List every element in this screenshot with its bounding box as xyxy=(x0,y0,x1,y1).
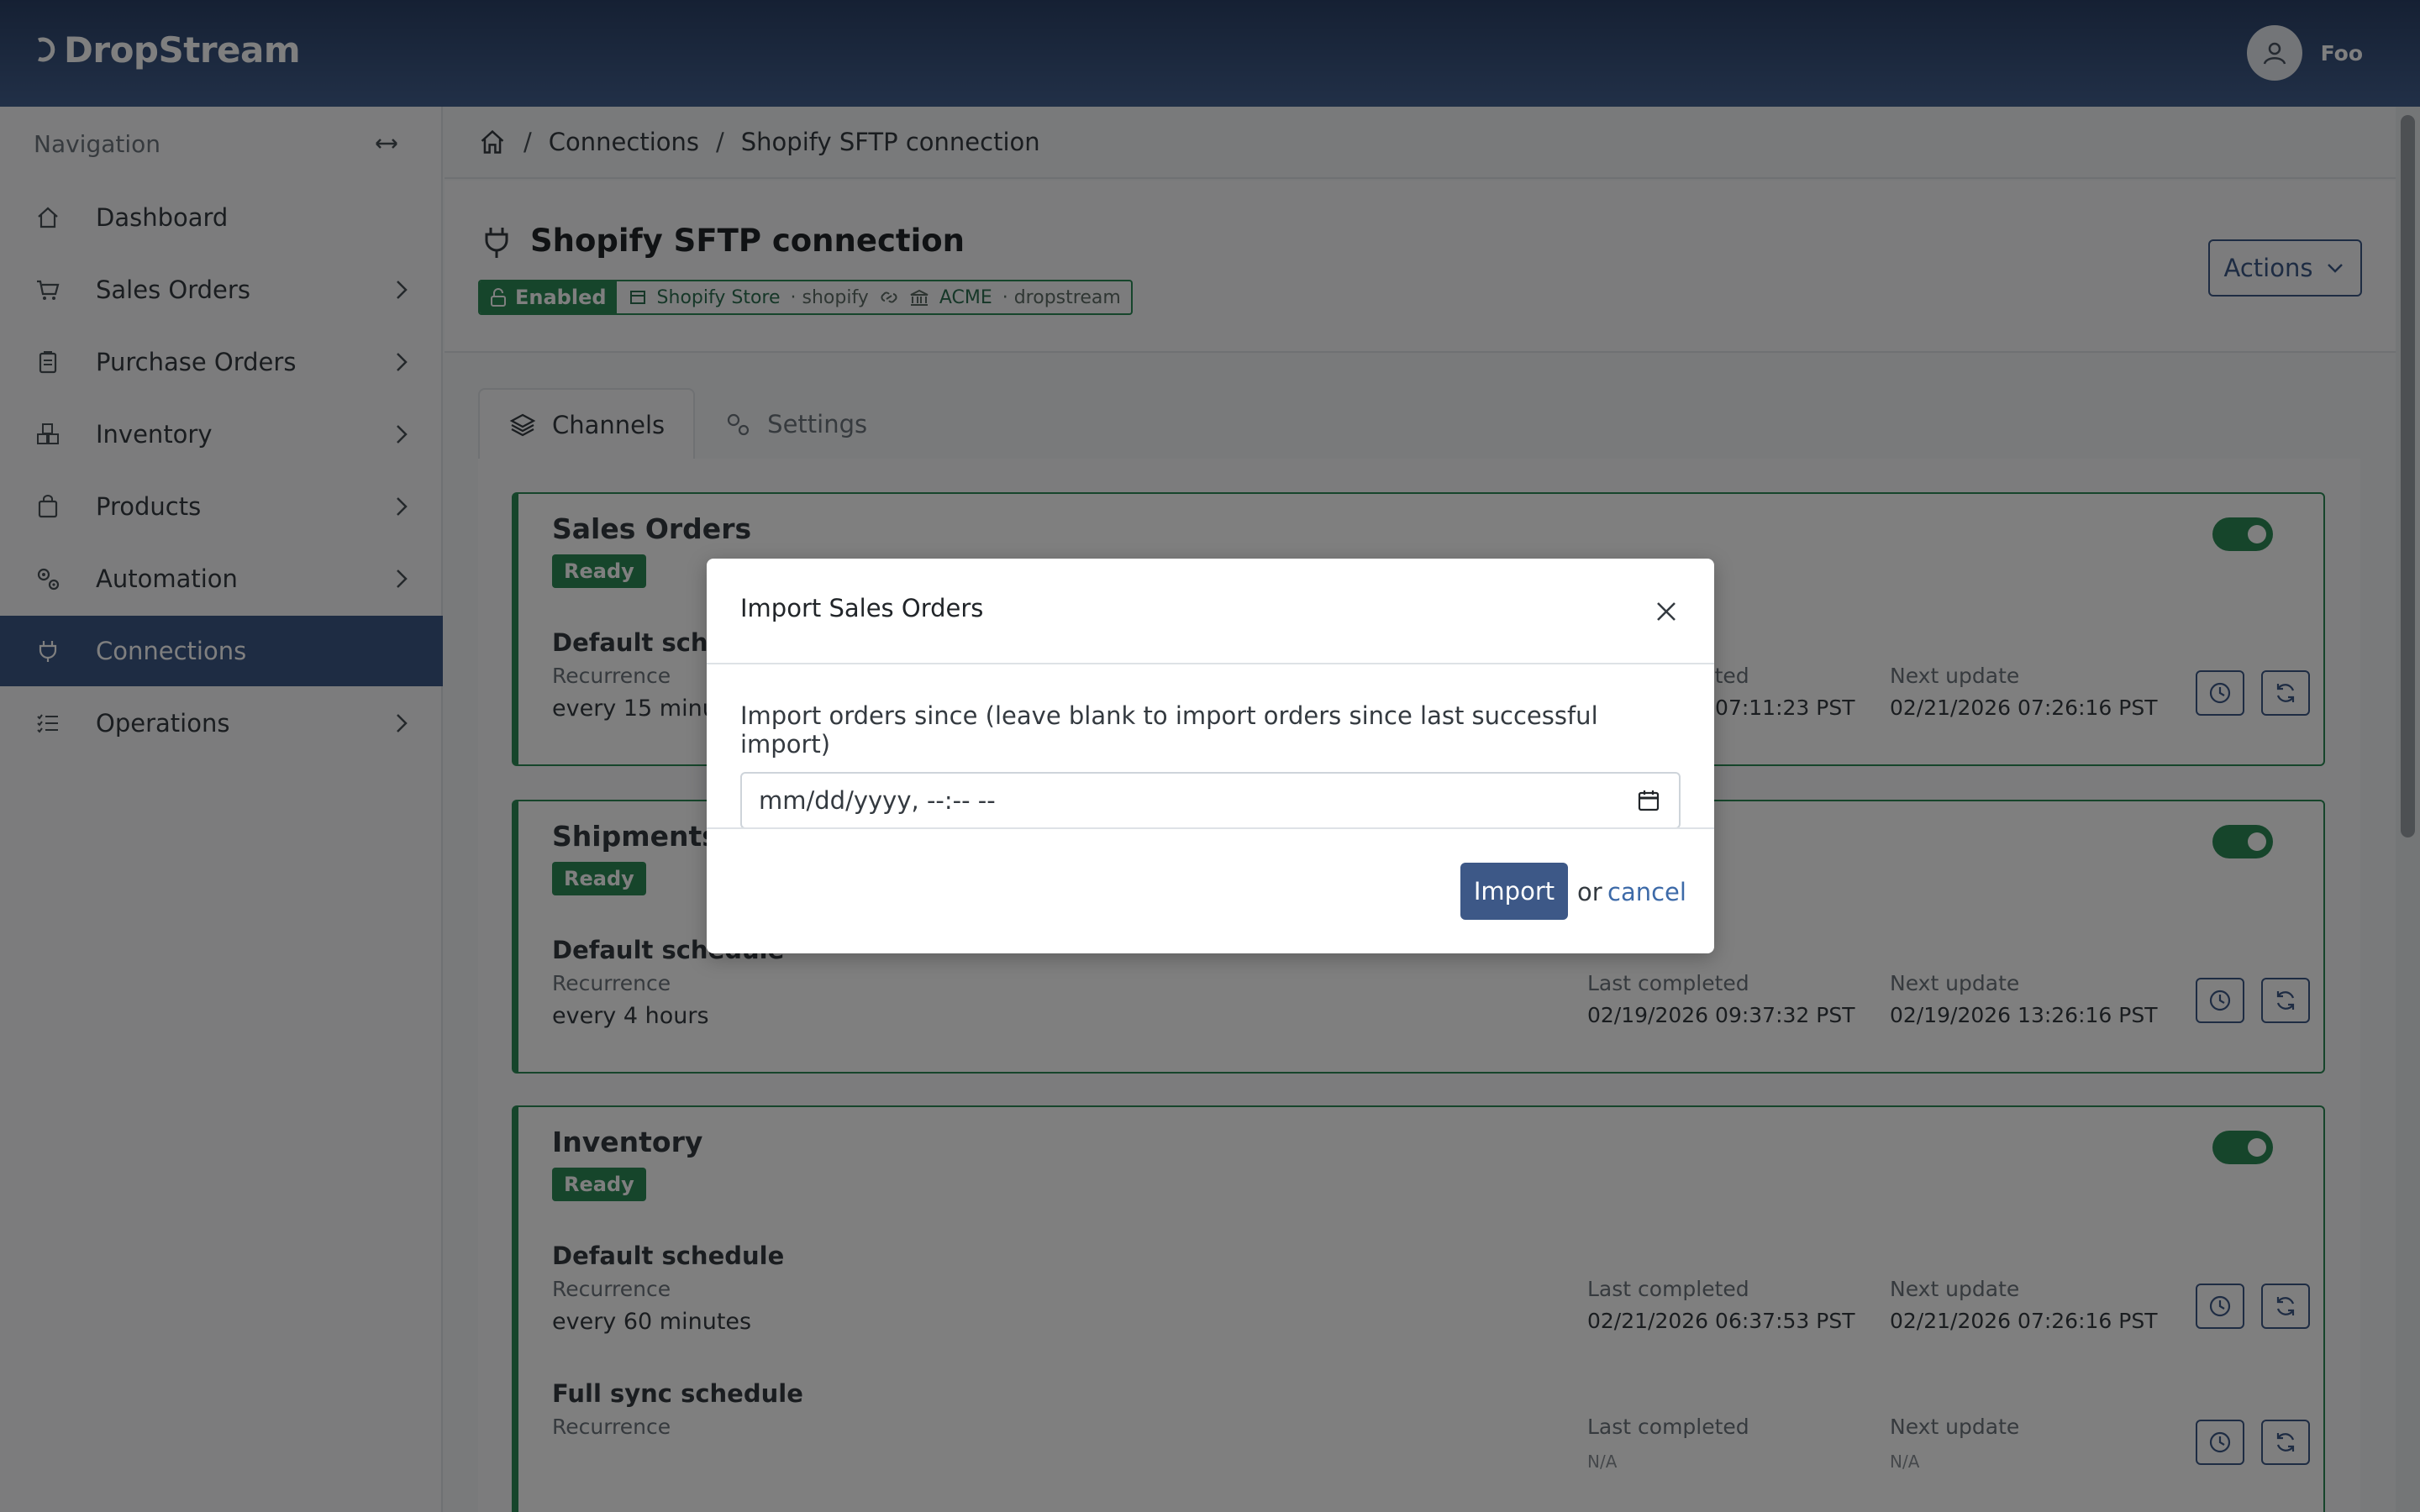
modal-title: Import Sales Orders xyxy=(740,594,984,622)
cancel-link[interactable]: cancel xyxy=(1607,878,1686,906)
datetime-placeholder: mm/dd/yyyy, --:-- -- xyxy=(759,786,996,815)
close-icon[interactable] xyxy=(1652,597,1681,626)
import-modal: Import Sales Orders Import orders since … xyxy=(707,559,1714,953)
or-text: or xyxy=(1577,878,1602,906)
modal-footer: Import or cancel xyxy=(707,827,1714,953)
modal-header: Import Sales Orders xyxy=(707,559,1714,664)
modal-body: Import orders since (leave blank to impo… xyxy=(740,701,1681,829)
import-since-input[interactable]: mm/dd/yyyy, --:-- -- xyxy=(740,772,1681,829)
import-button[interactable]: Import xyxy=(1460,863,1568,920)
calendar-icon[interactable] xyxy=(1637,789,1660,812)
import-since-label: Import orders since (leave blank to impo… xyxy=(740,701,1598,759)
